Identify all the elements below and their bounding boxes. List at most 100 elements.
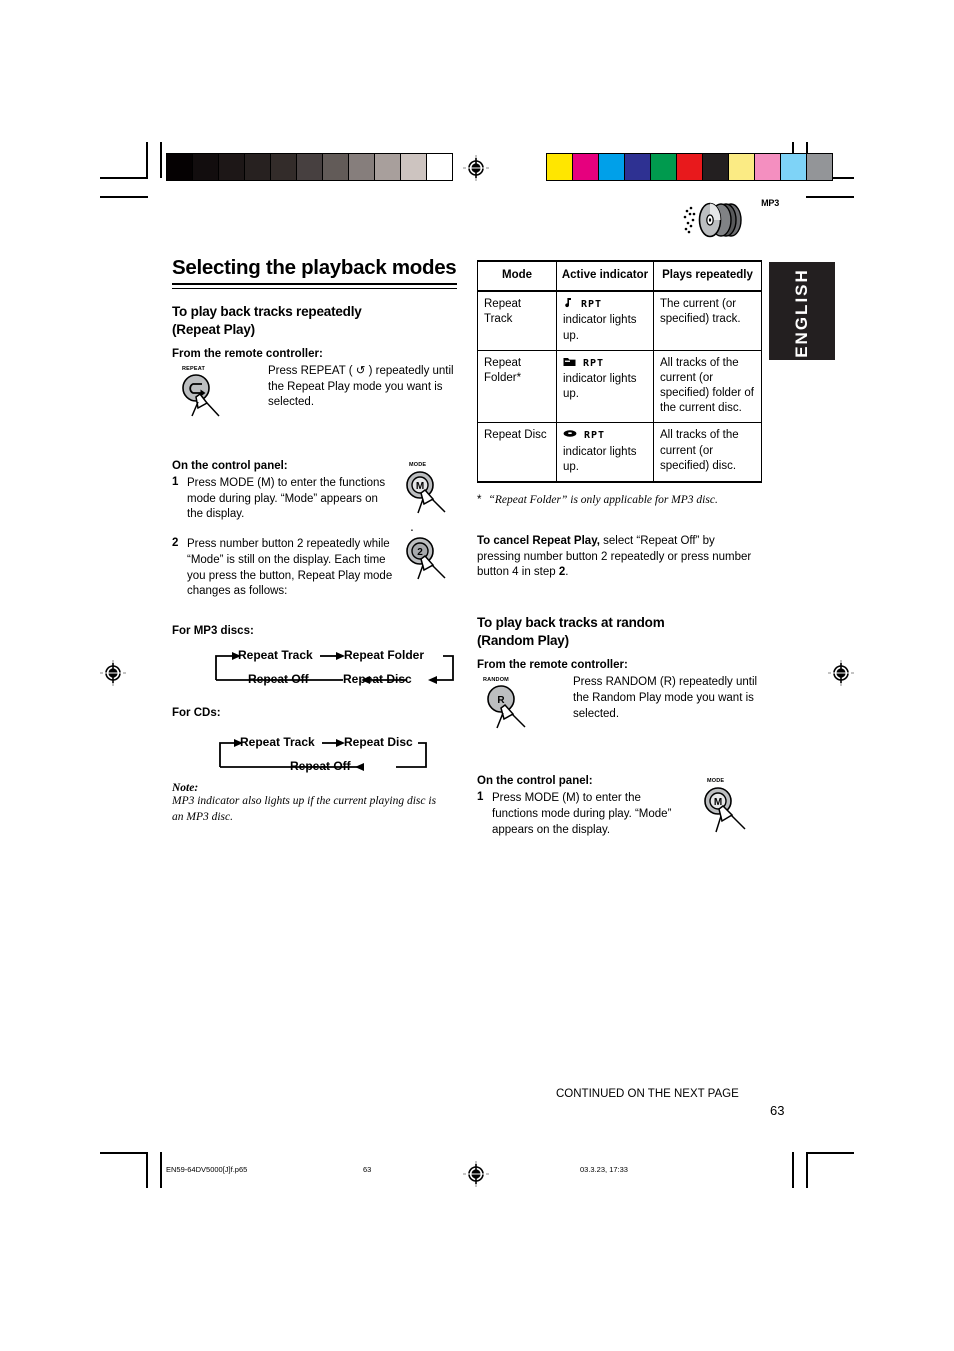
modes-row-1-plays: All tracks of the current (or specified)… bbox=[653, 349, 762, 424]
repeat-button-art bbox=[182, 374, 220, 417]
crop-mark-br-h bbox=[806, 1152, 854, 1154]
flow-cd-node-0: Repeat Track bbox=[240, 735, 315, 749]
crop-mark-tr-h2 bbox=[806, 196, 854, 198]
modes-row-2-lcd-text: RPT bbox=[584, 430, 606, 442]
modes-row-1-mode: Repeat Folder* bbox=[477, 349, 557, 424]
flow-mp3-caption-wrap: For MP3 discs: bbox=[172, 621, 254, 639]
footnote-text: “Repeat Folder” is only applicable for M… bbox=[488, 493, 718, 506]
random-heading-line2: (Random Play) bbox=[477, 633, 569, 649]
table-row: Repeat Disc RPT indicator lights up. All… bbox=[477, 422, 762, 483]
number-2-button-illustration: • 2 bbox=[400, 528, 480, 604]
repeat-step-2-text: Press number button 2 repeatedly while “… bbox=[187, 538, 393, 598]
grayscale-swatch-6 bbox=[323, 154, 349, 180]
language-tab: ENGLISH bbox=[769, 262, 835, 360]
number-2-button-label: 2 bbox=[417, 547, 423, 558]
flow-cd-caption: For CDs: bbox=[172, 707, 221, 719]
repeat-modes-table: Mode Active indicator Plays repeatedly R… bbox=[477, 259, 762, 483]
grayscale-swatch-1 bbox=[193, 154, 219, 180]
random-step-1-number: 1 bbox=[477, 791, 484, 804]
music-note-icon bbox=[563, 297, 574, 312]
crop-mark-tl-h bbox=[100, 177, 148, 179]
mode-button-illustration-right: MODE M bbox=[698, 778, 778, 858]
repeat-remote-text: Press REPEAT ( ↺ ) repeatedly until the … bbox=[268, 364, 454, 409]
trim-line-right-bottom bbox=[792, 1152, 794, 1188]
grayscale-swatch-10 bbox=[427, 154, 452, 180]
modes-row-0-indicator-note: indicator lights up. bbox=[563, 314, 637, 342]
print-footer-page: 63 bbox=[363, 1165, 372, 1174]
grayscale-swatch-4 bbox=[271, 154, 297, 180]
modes-table-footnote: * “Repeat Folder” is only applicable for… bbox=[477, 494, 762, 506]
crop-mark-br-v bbox=[806, 1152, 808, 1188]
random-section-heading: To play back tracks at random (Random Pl… bbox=[477, 614, 762, 650]
language-tab-label: ENGLISH bbox=[792, 268, 811, 358]
repeat-remote-illustration: REPEAT Press REPEAT ( ↺ ) repeatedly unt… bbox=[172, 364, 457, 440]
repeat-heading-line1: To play back tracks repeatedly bbox=[172, 304, 362, 319]
random-button-label: R bbox=[497, 695, 505, 706]
flow-mp3-node-1: Repeat Folder bbox=[344, 648, 425, 662]
crop-mark-bl-h bbox=[100, 1152, 148, 1154]
disc-icon bbox=[563, 428, 577, 443]
flow-diagram-mp3: Repeat Track Repeat Folder Repeat Disc R… bbox=[210, 644, 460, 700]
process-color-swatch-10 bbox=[807, 154, 832, 180]
modes-row-1-indicator: RPT indicator lights up. bbox=[556, 349, 654, 424]
flow-mp3-node-2: Repeat Disc bbox=[343, 672, 412, 686]
process-color-swatch-3 bbox=[625, 154, 651, 180]
cancel-repeat-bold: To cancel Repeat Play, bbox=[477, 534, 600, 547]
title-rule bbox=[172, 283, 457, 289]
folder-icon bbox=[563, 356, 576, 371]
flow-cd-caption-wrap: For CDs: bbox=[172, 703, 221, 721]
print-footer-filename: EN59-64DV5000[J]f.p65 bbox=[166, 1165, 248, 1174]
crop-mark-tl-h2 bbox=[100, 196, 148, 198]
crop-mark-bl-v bbox=[146, 1152, 148, 1188]
cancel-repeat-end: . bbox=[565, 566, 569, 579]
mode-button-caption-right: MODE bbox=[707, 778, 725, 784]
process-color-swatch-0 bbox=[547, 154, 573, 180]
trim-line-left-top bbox=[160, 142, 162, 178]
random-heading-line1: To play back tracks at random bbox=[477, 615, 665, 631]
trim-line-left-bottom bbox=[160, 1152, 162, 1188]
mp3-logo-label: MP3 bbox=[761, 198, 779, 208]
number-2-button-art: 2 bbox=[406, 537, 446, 580]
registration-mark-right bbox=[828, 660, 854, 686]
note-label: Note: bbox=[172, 782, 199, 794]
modes-row-0-indicator: RPT indicator lights up. bbox=[556, 290, 654, 351]
process-color-swatch-1 bbox=[573, 154, 599, 180]
flow-mp3-node-0: Repeat Track bbox=[238, 648, 313, 662]
number-2-button-caption: • bbox=[411, 528, 414, 534]
flow-mp3-node-3: Repeat Off bbox=[248, 672, 309, 686]
svg-text:M: M bbox=[416, 481, 424, 492]
note-block: Note: MP3 indicator also lights up if th… bbox=[172, 782, 457, 825]
process-color-swatch-8 bbox=[755, 154, 781, 180]
process-color-swatch-9 bbox=[781, 154, 807, 180]
grayscale-swatch-3 bbox=[245, 154, 271, 180]
grayscale-bar bbox=[166, 153, 453, 181]
page-title: Selecting the playback modes bbox=[172, 256, 457, 279]
modes-row-2-mode: Repeat Disc bbox=[477, 422, 557, 483]
process-color-swatch-2 bbox=[599, 154, 625, 180]
grayscale-swatch-2 bbox=[219, 154, 245, 180]
modes-header-plays: Plays repeatedly bbox=[653, 259, 762, 293]
cancel-repeat-note: To cancel Repeat Play, select “Repeat Of… bbox=[477, 534, 755, 581]
random-button-caption: RANDOM bbox=[483, 677, 509, 684]
modes-row-0-plays: The current (or specified) track. bbox=[653, 290, 762, 351]
modes-row-0-lcd: RPT bbox=[563, 297, 647, 312]
repeat-heading-line2: (Repeat Play) bbox=[172, 321, 255, 337]
random-remote-lead: From the remote controller: bbox=[477, 659, 628, 672]
modes-header-indicator: Active indicator bbox=[556, 259, 654, 293]
page-number: 63 bbox=[770, 1103, 785, 1118]
continued-note: CONTINUED ON THE NEXT PAGE bbox=[556, 1088, 739, 1100]
repeat-step-2-number: 2 bbox=[172, 537, 179, 550]
grayscale-swatch-7 bbox=[349, 154, 375, 180]
modes-row-2-lcd: RPT bbox=[563, 428, 647, 443]
modes-row-0-mode: Repeat Track bbox=[477, 290, 557, 351]
manual-page: MP3 ENGLISH Selecting the playback modes… bbox=[0, 0, 954, 1351]
grayscale-swatch-8 bbox=[375, 154, 401, 180]
repeat-step-1-text: Press MODE (M) to enter the functions mo… bbox=[187, 476, 386, 521]
grayscale-swatch-5 bbox=[297, 154, 323, 180]
random-button-art: R bbox=[487, 685, 526, 729]
modes-header-mode: Mode bbox=[477, 259, 557, 293]
svg-text:M: M bbox=[714, 797, 722, 808]
footnote-marker: * bbox=[477, 493, 482, 506]
flow-cd-node-2: Repeat Off bbox=[290, 759, 351, 773]
modes-row-0-lcd-text: RPT bbox=[581, 299, 603, 311]
